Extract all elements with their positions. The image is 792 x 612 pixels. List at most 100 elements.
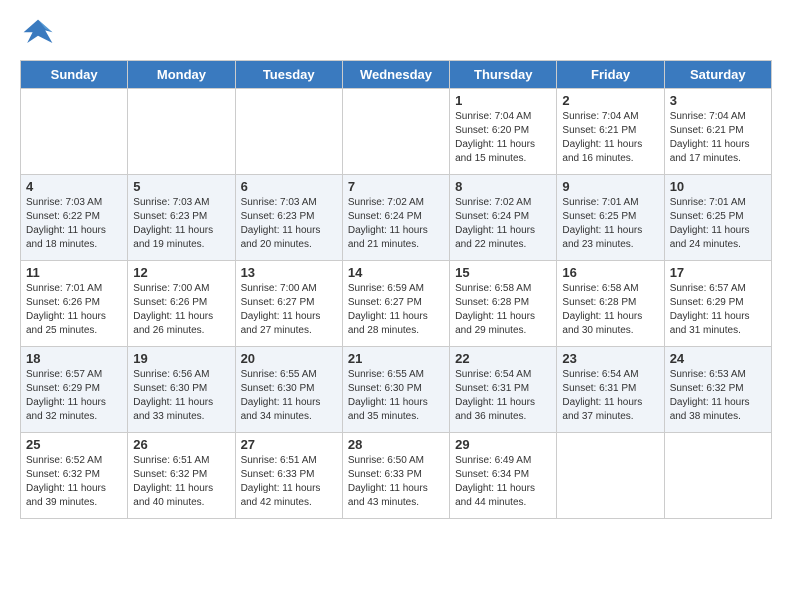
day-number: 21 <box>348 351 444 366</box>
day-number: 23 <box>562 351 658 366</box>
day-info: Sunrise: 6:56 AM Sunset: 6:30 PM Dayligh… <box>133 368 229 424</box>
day-number: 19 <box>133 351 229 366</box>
day-number: 5 <box>133 179 229 194</box>
day-number: 6 <box>241 179 337 194</box>
day-info: Sunrise: 7:03 AM Sunset: 6:22 PM Dayligh… <box>26 196 122 252</box>
day-number: 2 <box>562 93 658 108</box>
calendar-week-row: 18 Sunrise: 6:57 AM Sunset: 6:29 PM Dayli… <box>21 347 772 433</box>
day-number: 9 <box>562 179 658 194</box>
calendar-cell: 13 Sunrise: 7:00 AM Sunset: 6:27 PM Dayli… <box>235 261 342 347</box>
day-info: Sunrise: 6:55 AM Sunset: 6:30 PM Dayligh… <box>241 368 337 424</box>
calendar-cell: 4 Sunrise: 7:03 AM Sunset: 6:22 PM Daylig… <box>21 175 128 261</box>
page: SundayMondayTuesdayWednesdayThursdayFrid… <box>0 0 792 612</box>
calendar-cell <box>557 433 664 519</box>
day-info: Sunrise: 7:03 AM Sunset: 6:23 PM Dayligh… <box>241 196 337 252</box>
calendar-week-row: 1 Sunrise: 7:04 AM Sunset: 6:20 PM Daylig… <box>21 89 772 175</box>
calendar-cell: 27 Sunrise: 6:51 AM Sunset: 6:33 PM Dayli… <box>235 433 342 519</box>
day-number: 25 <box>26 437 122 452</box>
day-info: Sunrise: 6:54 AM Sunset: 6:31 PM Dayligh… <box>562 368 658 424</box>
day-number: 22 <box>455 351 551 366</box>
day-number: 13 <box>241 265 337 280</box>
weekday-header-saturday: Saturday <box>664 61 771 89</box>
day-number: 28 <box>348 437 444 452</box>
day-info: Sunrise: 6:49 AM Sunset: 6:34 PM Dayligh… <box>455 454 551 510</box>
day-number: 26 <box>133 437 229 452</box>
day-info: Sunrise: 7:04 AM Sunset: 6:20 PM Dayligh… <box>455 110 551 166</box>
day-info: Sunrise: 7:01 AM Sunset: 6:25 PM Dayligh… <box>562 196 658 252</box>
weekday-header-thursday: Thursday <box>450 61 557 89</box>
calendar-cell: 29 Sunrise: 6:49 AM Sunset: 6:34 PM Dayli… <box>450 433 557 519</box>
logo-bird-icon <box>20 16 56 52</box>
calendar-cell: 6 Sunrise: 7:03 AM Sunset: 6:23 PM Daylig… <box>235 175 342 261</box>
day-info: Sunrise: 6:53 AM Sunset: 6:32 PM Dayligh… <box>670 368 766 424</box>
calendar-cell: 16 Sunrise: 6:58 AM Sunset: 6:28 PM Dayli… <box>557 261 664 347</box>
day-info: Sunrise: 6:54 AM Sunset: 6:31 PM Dayligh… <box>455 368 551 424</box>
calendar-cell: 23 Sunrise: 6:54 AM Sunset: 6:31 PM Dayli… <box>557 347 664 433</box>
day-info: Sunrise: 7:04 AM Sunset: 6:21 PM Dayligh… <box>562 110 658 166</box>
day-info: Sunrise: 6:58 AM Sunset: 6:28 PM Dayligh… <box>455 282 551 338</box>
day-number: 24 <box>670 351 766 366</box>
day-info: Sunrise: 6:51 AM Sunset: 6:32 PM Dayligh… <box>133 454 229 510</box>
day-info: Sunrise: 6:51 AM Sunset: 6:33 PM Dayligh… <box>241 454 337 510</box>
day-number: 27 <box>241 437 337 452</box>
day-number: 11 <box>26 265 122 280</box>
calendar-week-row: 4 Sunrise: 7:03 AM Sunset: 6:22 PM Daylig… <box>21 175 772 261</box>
calendar-cell: 7 Sunrise: 7:02 AM Sunset: 6:24 PM Daylig… <box>342 175 449 261</box>
calendar-week-row: 25Sunrise: 6:52 AM Sunset: 6:32 PM Dayli… <box>21 433 772 519</box>
calendar-cell: 28 Sunrise: 6:50 AM Sunset: 6:33 PM Dayli… <box>342 433 449 519</box>
day-info: Sunrise: 7:01 AM Sunset: 6:26 PM Dayligh… <box>26 282 122 338</box>
logo <box>20 16 60 52</box>
weekday-header-friday: Friday <box>557 61 664 89</box>
day-info: Sunrise: 6:50 AM Sunset: 6:33 PM Dayligh… <box>348 454 444 510</box>
day-info: Sunrise: 6:57 AM Sunset: 6:29 PM Dayligh… <box>670 282 766 338</box>
calendar-header: SundayMondayTuesdayWednesdayThursdayFrid… <box>21 61 772 89</box>
day-number: 3 <box>670 93 766 108</box>
day-number: 14 <box>348 265 444 280</box>
calendar-week-row: 11 Sunrise: 7:01 AM Sunset: 6:26 PM Dayli… <box>21 261 772 347</box>
day-number: 17 <box>670 265 766 280</box>
calendar-cell <box>128 89 235 175</box>
day-info: Sunrise: 6:57 AM Sunset: 6:29 PM Dayligh… <box>26 368 122 424</box>
weekday-header-wednesday: Wednesday <box>342 61 449 89</box>
calendar-cell <box>21 89 128 175</box>
calendar-cell: 3 Sunrise: 7:04 AM Sunset: 6:21 PM Daylig… <box>664 89 771 175</box>
calendar-cell: 9 Sunrise: 7:01 AM Sunset: 6:25 PM Daylig… <box>557 175 664 261</box>
calendar: SundayMondayTuesdayWednesdayThursdayFrid… <box>20 60 772 519</box>
header <box>20 16 772 52</box>
day-info: Sunrise: 6:58 AM Sunset: 6:28 PM Dayligh… <box>562 282 658 338</box>
calendar-cell: 2 Sunrise: 7:04 AM Sunset: 6:21 PM Daylig… <box>557 89 664 175</box>
day-info: Sunrise: 7:02 AM Sunset: 6:24 PM Dayligh… <box>348 196 444 252</box>
weekday-header-tuesday: Tuesday <box>235 61 342 89</box>
calendar-cell: 21 Sunrise: 6:55 AM Sunset: 6:30 PM Dayli… <box>342 347 449 433</box>
calendar-body: 1 Sunrise: 7:04 AM Sunset: 6:20 PM Daylig… <box>21 89 772 519</box>
day-info: Sunrise: 7:00 AM Sunset: 6:27 PM Dayligh… <box>241 282 337 338</box>
day-number: 7 <box>348 179 444 194</box>
day-number: 15 <box>455 265 551 280</box>
calendar-cell: 14Sunrise: 6:59 AM Sunset: 6:27 PM Dayli… <box>342 261 449 347</box>
calendar-cell: 8 Sunrise: 7:02 AM Sunset: 6:24 PM Daylig… <box>450 175 557 261</box>
calendar-cell: 18 Sunrise: 6:57 AM Sunset: 6:29 PM Dayli… <box>21 347 128 433</box>
day-info: Sunrise: 7:03 AM Sunset: 6:23 PM Dayligh… <box>133 196 229 252</box>
day-number: 16 <box>562 265 658 280</box>
day-number: 8 <box>455 179 551 194</box>
calendar-cell: 22 Sunrise: 6:54 AM Sunset: 6:31 PM Dayli… <box>450 347 557 433</box>
day-info: Sunrise: 7:02 AM Sunset: 6:24 PM Dayligh… <box>455 196 551 252</box>
weekday-header-monday: Monday <box>128 61 235 89</box>
day-number: 4 <box>26 179 122 194</box>
weekday-header-row: SundayMondayTuesdayWednesdayThursdayFrid… <box>21 61 772 89</box>
day-number: 18 <box>26 351 122 366</box>
calendar-cell: 26 Sunrise: 6:51 AM Sunset: 6:32 PM Dayli… <box>128 433 235 519</box>
calendar-cell <box>235 89 342 175</box>
day-info: Sunrise: 6:55 AM Sunset: 6:30 PM Dayligh… <box>348 368 444 424</box>
calendar-cell: 24 Sunrise: 6:53 AM Sunset: 6:32 PM Dayli… <box>664 347 771 433</box>
calendar-cell: 17 Sunrise: 6:57 AM Sunset: 6:29 PM Dayli… <box>664 261 771 347</box>
calendar-cell: 5 Sunrise: 7:03 AM Sunset: 6:23 PM Daylig… <box>128 175 235 261</box>
day-number: 1 <box>455 93 551 108</box>
weekday-header-sunday: Sunday <box>21 61 128 89</box>
calendar-cell: 10Sunrise: 7:01 AM Sunset: 6:25 PM Dayli… <box>664 175 771 261</box>
day-info: Sunrise: 7:04 AM Sunset: 6:21 PM Dayligh… <box>670 110 766 166</box>
calendar-cell: 1 Sunrise: 7:04 AM Sunset: 6:20 PM Daylig… <box>450 89 557 175</box>
day-number: 20 <box>241 351 337 366</box>
day-number: 29 <box>455 437 551 452</box>
calendar-cell <box>342 89 449 175</box>
